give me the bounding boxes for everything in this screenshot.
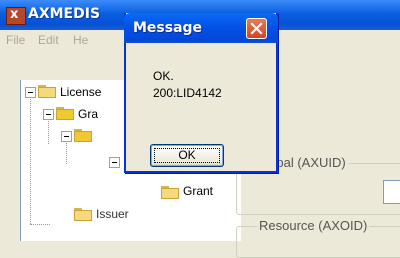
- tree-node-grant[interactable]: Grant: [21, 184, 241, 200]
- collapse-icon[interactable]: [25, 87, 36, 98]
- message-dialog: Message OK. 200:LID4142 OK: [124, 13, 278, 173]
- folder-icon: [74, 208, 92, 221]
- close-button[interactable]: [246, 18, 267, 39]
- resource-group-label: Resource (AXOID): [257, 218, 370, 233]
- dialog-title: Message: [133, 20, 203, 36]
- folder-icon: [38, 85, 56, 98]
- message-text-line1: OK.: [153, 69, 174, 83]
- menu-help[interactable]: He: [73, 33, 88, 47]
- tree-node-label: Issuer: [96, 207, 129, 221]
- collapse-icon[interactable]: [43, 109, 54, 120]
- menu-edit[interactable]: Edit: [38, 33, 59, 47]
- menu-file[interactable]: File: [6, 33, 25, 47]
- main-window-title: AXMEDIS: [28, 6, 101, 22]
- collapse-icon[interactable]: [109, 157, 120, 168]
- message-text-line2: 200:LID4142: [153, 86, 222, 100]
- folder-open-icon: [56, 107, 74, 120]
- principal-axuid-field[interactable]: [383, 180, 400, 204]
- resource-group: Resource (AXOID): [236, 218, 400, 258]
- ok-button[interactable]: OK: [150, 144, 224, 167]
- focus-rect: [154, 148, 220, 163]
- axmedis-logo-icon: x: [6, 7, 26, 25]
- tree-node-issuer[interactable]: Issuer: [21, 206, 221, 222]
- dialog-title-bar[interactable]: Message: [124, 13, 278, 43]
- tree-node-label: Grant: [183, 184, 214, 198]
- folder-open-icon: [74, 129, 92, 142]
- tree-node-label: Gra: [78, 107, 99, 121]
- close-icon: [250, 22, 263, 35]
- tree-node-label: License: [60, 85, 102, 99]
- collapse-icon[interactable]: [61, 131, 72, 142]
- folder-icon: [161, 186, 179, 199]
